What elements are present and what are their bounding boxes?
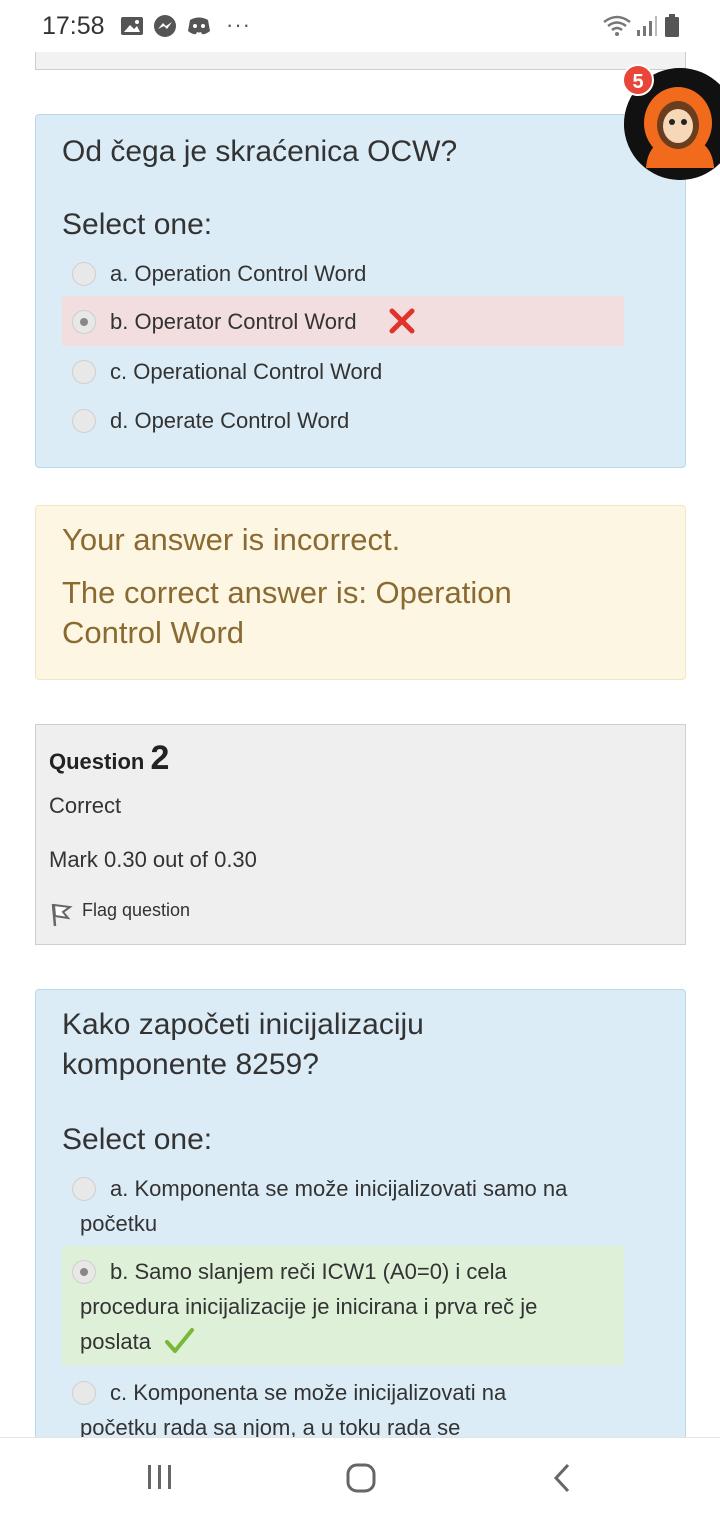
q1-option-d-label: d. Operate Control Word — [110, 408, 350, 433]
q1-option-a-label: a. Operation Control Word — [110, 261, 367, 286]
flag-question-label: Flag question — [82, 900, 191, 920]
wifi-icon — [602, 14, 632, 43]
question-number: Question 2 — [49, 739, 169, 778]
question-1-content: Od čega je skraćenica OCW? Select one: a… — [35, 114, 686, 468]
back-icon[interactable] — [550, 1462, 574, 1499]
correct-check-icon — [164, 1326, 194, 1361]
signal-icon — [636, 14, 658, 43]
question-label: Question — [49, 749, 145, 774]
feedback-correct-answer-line-1: The correct answer is: Operation — [62, 575, 512, 610]
q1-option-c-label: c. Operational Control Word — [110, 359, 383, 384]
q2-option-b-radio[interactable] — [72, 1260, 96, 1284]
status-time: 17:58 — [42, 12, 105, 40]
question-1-feedback: Your answer is incorrect. The correct an… — [35, 505, 686, 680]
q2-option-a-line-1: a. Komponenta se može inicijalizovati sa… — [110, 1176, 568, 1201]
q2-option-a[interactable]: a. Komponenta se može inicijalizovati sa… — [62, 1171, 624, 1241]
question-2-text-line-2: komponente 8259? — [62, 1048, 319, 1081]
android-nav-bar — [0, 1437, 720, 1520]
q1-option-c-radio[interactable] — [72, 360, 96, 384]
q2-option-c-line-1: c. Komponenta se može inicijalizovati na — [110, 1380, 507, 1405]
question-grade: Mark 0.30 out of 0.30 — [49, 847, 257, 872]
question-2-info: Question 2 Correct Mark 0.30 out of 0.30… — [35, 724, 686, 945]
recent-apps-icon[interactable] — [146, 1462, 174, 1497]
q2-option-b-line-3: poslata — [80, 1329, 151, 1354]
question-2-content: Kako započeti inicijalizaciju komponente… — [35, 989, 686, 1449]
q1-option-c[interactable]: c. Operational Control Word — [62, 354, 624, 389]
home-icon[interactable] — [345, 1462, 377, 1499]
question-2-prompt: Select one: — [62, 1123, 213, 1156]
battery-icon — [664, 14, 680, 43]
q1-option-b-label: b. Operator Control Word — [110, 309, 357, 334]
feedback-incorrect-line: Your answer is incorrect. — [62, 522, 401, 557]
q2-option-c[interactable]: c. Komponenta se može inicijalizovati na… — [62, 1375, 624, 1445]
incorrect-x-icon — [389, 308, 415, 339]
q2-option-a-line-2: početku — [80, 1211, 158, 1236]
status-bar: 17:58 ··· — [0, 0, 720, 56]
q2-option-b[interactable]: b. Samo slanjem reči ICW1 (A0=0) i cela … — [62, 1246, 624, 1365]
messenger-icon — [153, 14, 177, 43]
chat-head-badge: 5 — [622, 64, 654, 96]
q1-option-d-radio[interactable] — [72, 409, 96, 433]
question-number-value: 2 — [150, 739, 170, 777]
flag-icon — [49, 902, 73, 933]
q1-option-a[interactable]: a. Operation Control Word — [62, 256, 624, 291]
q1-option-b-radio[interactable] — [72, 310, 96, 334]
question-state: Correct — [49, 793, 122, 818]
discord-icon — [186, 14, 212, 43]
q2-option-b-line-2: procedura inicijalizacije je inicirana i… — [80, 1294, 538, 1319]
more-icon: ··· — [226, 12, 251, 37]
gallery-icon — [120, 14, 144, 43]
question-2-text-line-1: Kako započeti inicijalizaciju — [62, 1008, 424, 1041]
question-1-text: Od čega je skraćenica OCW? — [62, 135, 458, 168]
previous-question-footer — [35, 52, 686, 70]
q2-option-c-radio[interactable] — [72, 1381, 96, 1405]
question-1-prompt: Select one: — [62, 208, 213, 241]
q1-option-a-radio[interactable] — [72, 262, 96, 286]
q1-option-b[interactable]: b. Operator Control Word — [62, 296, 624, 346]
q2-option-b-line-1: b. Samo slanjem reči ICW1 (A0=0) i cela — [110, 1259, 507, 1284]
q2-option-a-radio[interactable] — [72, 1177, 96, 1201]
feedback-correct-answer-line-2: Control Word — [62, 615, 245, 650]
q1-option-d[interactable]: d. Operate Control Word — [62, 403, 624, 438]
